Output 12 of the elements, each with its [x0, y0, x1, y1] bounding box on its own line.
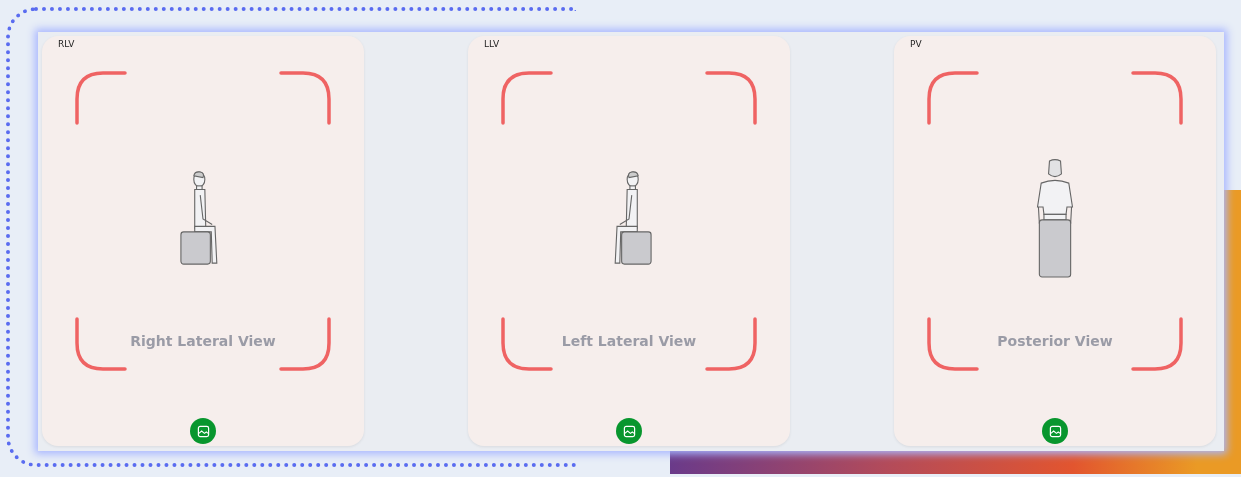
view-label: Right Lateral View	[130, 333, 276, 349]
image-button[interactable]	[616, 418, 642, 444]
image-icon	[1048, 424, 1062, 438]
image-button[interactable]	[1042, 418, 1068, 444]
view-code: RLV	[58, 39, 75, 49]
image-icon	[196, 424, 210, 438]
view-label: Left Lateral View	[561, 333, 697, 349]
view-label: Posterior View	[997, 333, 1113, 349]
view-code: LLV	[484, 39, 500, 49]
image-icon	[622, 424, 636, 438]
view-code: PV	[910, 39, 922, 49]
image-button[interactable]	[190, 418, 216, 444]
